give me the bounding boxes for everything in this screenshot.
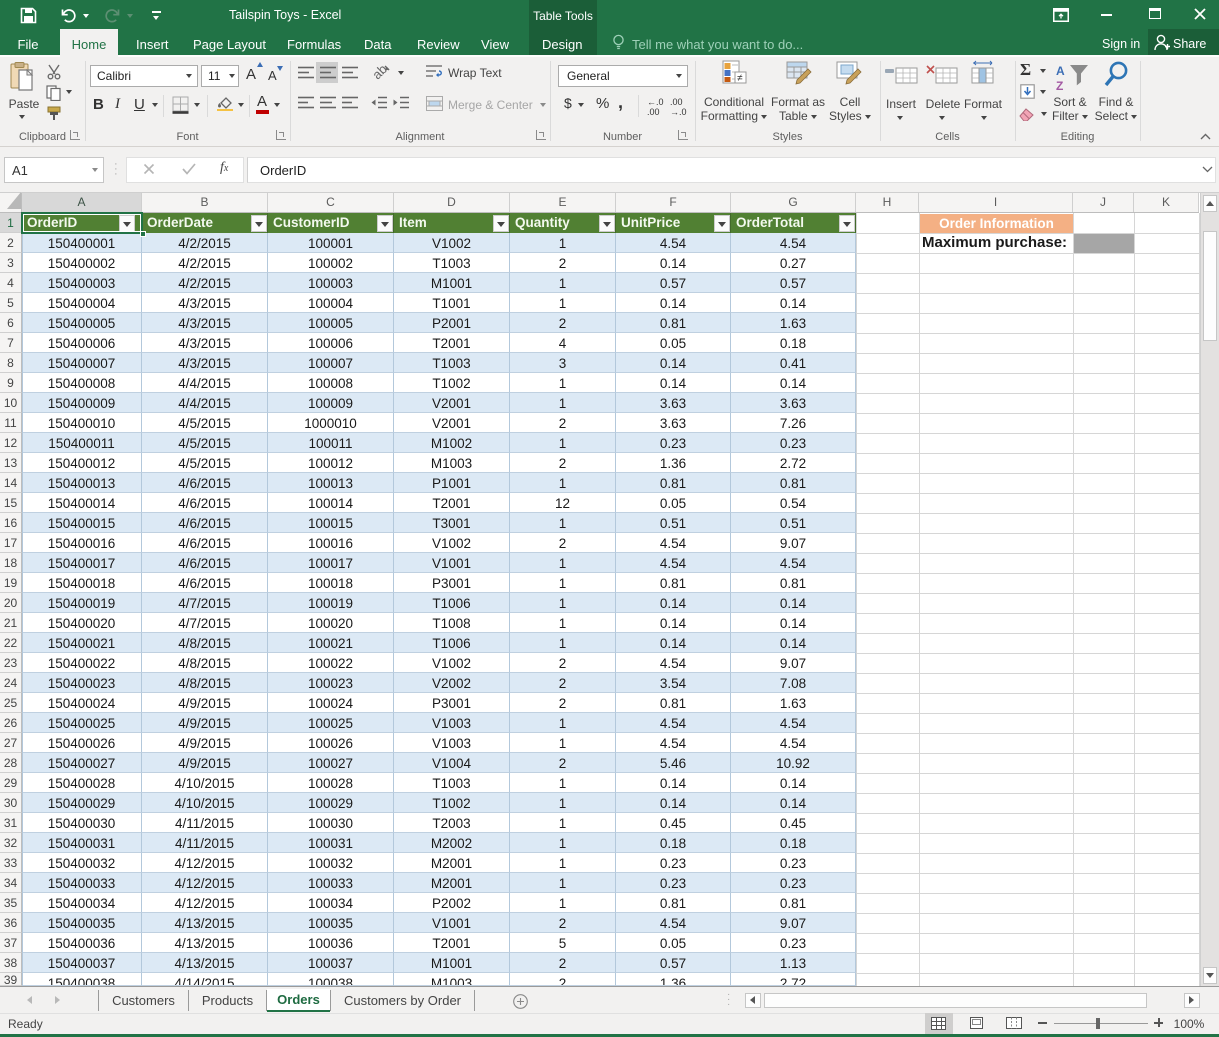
svg-text:A: A	[1056, 64, 1065, 78]
svg-text:Z: Z	[1056, 79, 1063, 92]
svg-text:≠: ≠	[737, 73, 743, 84]
svg-text:ab: ab	[372, 63, 390, 81]
